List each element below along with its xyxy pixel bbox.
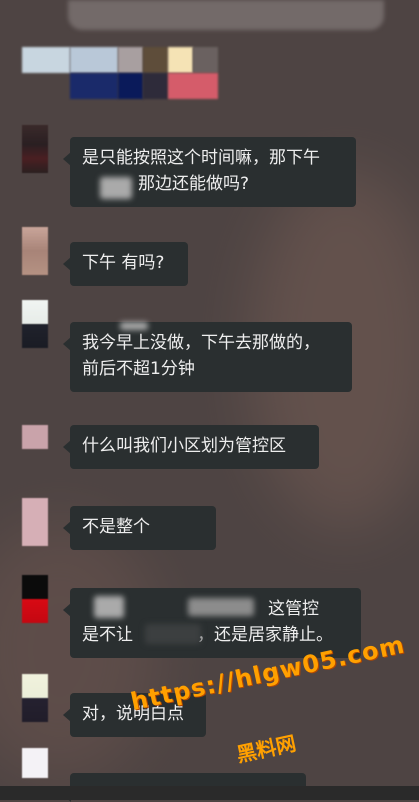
avatar[interactable] (22, 674, 48, 722)
message-text: 下午 有吗? (82, 253, 165, 273)
message-text: 我今早上没做，下午去那做的， (82, 333, 320, 353)
avatar[interactable] (22, 575, 48, 623)
chat-bubble[interactable]: 我今早上没做，下午去那做的， 前后不超1分钟 (63, 322, 352, 392)
avatar[interactable] (22, 425, 48, 449)
chat-bubble[interactable]: 不是整个 (63, 506, 216, 550)
message-text: 前后不超1分钟 (82, 359, 195, 379)
message-text: 不是整个 (82, 517, 150, 537)
message-text: ，还是居家静止。 (197, 625, 333, 645)
avatar[interactable] (22, 748, 48, 778)
redaction-blur (120, 322, 148, 330)
redaction-blur (145, 624, 201, 644)
bottom-edge (0, 786, 419, 800)
avatar[interactable] (22, 125, 48, 173)
message-text: 什么叫我们小区划为管控区 (82, 436, 286, 456)
chat-bubble[interactable]: 什么叫我们小区划为管控区 (63, 425, 319, 469)
redaction-blur (94, 596, 124, 618)
chat-bubble[interactable]: 下午 有吗? (63, 242, 188, 286)
avatar[interactable] (22, 498, 48, 546)
redaction-blur (188, 598, 254, 616)
redaction-blur (100, 177, 132, 199)
blurred-image-preview[interactable] (22, 47, 218, 99)
message-text: 是不让 ，还是居家静止。 (82, 622, 349, 648)
avatar[interactable] (22, 300, 48, 348)
chat-bubble[interactable]: 是只能按照这个时间嘛，那下午 那边还能做吗? (63, 137, 356, 207)
avatar[interactable] (22, 227, 48, 275)
message-text: 是不让 (82, 625, 133, 645)
message-text: 是只能按照这个时间嘛，那下午 (82, 148, 320, 168)
watermark-label: 黑料网 (234, 730, 299, 767)
blurred-header (68, 0, 384, 30)
message-text: 这管控 (268, 599, 319, 619)
